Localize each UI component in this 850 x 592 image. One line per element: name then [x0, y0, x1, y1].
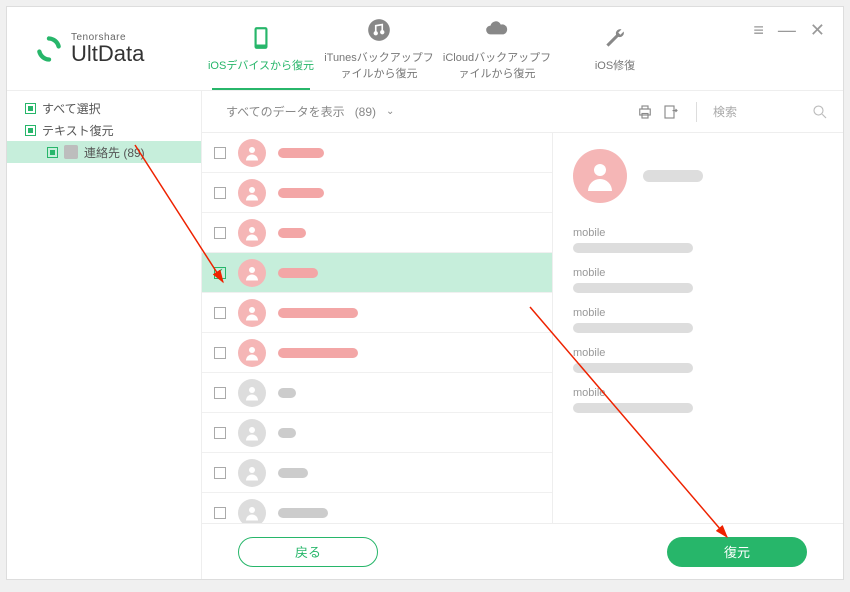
avatar	[573, 149, 627, 203]
field-value	[573, 283, 693, 293]
avatar	[238, 499, 266, 524]
contact-name	[278, 188, 324, 198]
tree-select-all[interactable]: すべて選択	[7, 97, 201, 119]
checkbox-icon[interactable]	[25, 103, 36, 114]
field-value	[573, 243, 693, 253]
footer: 戻る 復元	[202, 523, 843, 579]
avatar	[238, 219, 266, 247]
tree-label: テキスト復元	[42, 122, 114, 139]
list-item[interactable]	[202, 253, 552, 293]
tab-label: iCloudバックアップファイルから復元	[442, 49, 552, 81]
close-icon[interactable]: ✕	[810, 21, 825, 39]
filter-label: すべてのデータを表示	[226, 103, 345, 120]
field-label: mobile	[573, 267, 823, 279]
row-checkbox[interactable]	[214, 187, 226, 199]
field-value	[573, 403, 693, 413]
logo-name: UltData	[71, 43, 144, 65]
tab-label: iOS修復	[595, 57, 635, 73]
minimize-icon[interactable]: —	[778, 21, 796, 39]
sidebar: すべて選択 テキスト復元 連絡先 (89)	[7, 91, 202, 579]
list-item[interactable]	[202, 293, 552, 333]
print-icon[interactable]	[636, 103, 654, 121]
cloud-icon	[484, 17, 510, 43]
contact-name	[278, 508, 328, 518]
contact-icon	[64, 145, 78, 159]
list-item[interactable]	[202, 413, 552, 453]
app-logo: Tenorshare UltData	[7, 33, 202, 65]
list-item[interactable]	[202, 213, 552, 253]
list-item[interactable]	[202, 373, 552, 413]
row-checkbox[interactable]	[214, 227, 226, 239]
tree-label: 連絡先 (89)	[84, 144, 145, 161]
tab-ios-repair[interactable]: iOS修復	[556, 7, 674, 90]
tab-ios-device[interactable]: iOSデバイスから復元	[202, 7, 320, 90]
contact-name	[278, 228, 306, 238]
list-item[interactable]	[202, 133, 552, 173]
field-label: mobile	[573, 307, 823, 319]
contact-name	[278, 468, 308, 478]
tab-label: iTunesバックアップファイルから復元	[324, 49, 434, 81]
list-item[interactable]	[202, 333, 552, 373]
contact-name	[278, 308, 358, 318]
window-controls: ≡ — ✕	[753, 21, 825, 39]
list-item[interactable]	[202, 453, 552, 493]
avatar	[238, 179, 266, 207]
contact-name	[278, 148, 324, 158]
tree-text-recovery[interactable]: テキスト復元	[7, 119, 201, 141]
toolbar: すべてのデータを表示 (89) ⌄ 検索	[202, 91, 843, 133]
row-checkbox[interactable]	[214, 507, 226, 519]
row-checkbox[interactable]	[214, 147, 226, 159]
field-label: mobile	[573, 227, 823, 239]
back-button[interactable]: 戻る	[238, 537, 378, 567]
avatar	[238, 419, 266, 447]
music-icon	[366, 17, 392, 43]
list-item[interactable]	[202, 173, 552, 213]
contact-list	[202, 133, 553, 523]
field-value	[573, 323, 693, 333]
field-label: mobile	[573, 347, 823, 359]
list-item[interactable]	[202, 493, 552, 523]
phone-icon	[248, 25, 274, 51]
checkbox-icon[interactable]	[47, 147, 58, 158]
field-label: mobile	[573, 387, 823, 399]
avatar	[238, 139, 266, 167]
contact-name	[278, 348, 358, 358]
chevron-down-icon: ⌄	[386, 106, 394, 117]
avatar	[238, 259, 266, 287]
row-checkbox[interactable]	[214, 307, 226, 319]
contact-name	[643, 170, 703, 182]
menu-icon[interactable]: ≡	[753, 21, 764, 39]
recover-button[interactable]: 復元	[667, 537, 807, 567]
wrench-icon	[602, 25, 628, 51]
contact-name	[278, 268, 318, 278]
row-checkbox[interactable]	[214, 267, 226, 279]
export-icon[interactable]	[662, 103, 680, 121]
search-icon[interactable]	[811, 103, 829, 121]
filter-count: (89)	[355, 105, 376, 119]
row-checkbox[interactable]	[214, 427, 226, 439]
search-input[interactable]: 検索	[713, 103, 803, 120]
contact-detail: mobile mobile mobile mobile mobile	[553, 133, 843, 523]
row-checkbox[interactable]	[214, 467, 226, 479]
main-tabs: iOSデバイスから復元 iTunesバックアップファイルから復元 iCloudバ…	[202, 7, 674, 90]
tree-label: すべて選択	[42, 100, 101, 117]
contact-name	[278, 388, 296, 398]
avatar	[238, 459, 266, 487]
filter-dropdown[interactable]: すべてのデータを表示 (89) ⌄	[226, 103, 394, 120]
row-checkbox[interactable]	[214, 387, 226, 399]
row-checkbox[interactable]	[214, 347, 226, 359]
tab-itunes-backup[interactable]: iTunesバックアップファイルから復元	[320, 7, 438, 90]
tree-contacts[interactable]: 連絡先 (89)	[7, 141, 201, 163]
avatar	[238, 299, 266, 327]
avatar	[238, 379, 266, 407]
contact-name	[278, 428, 296, 438]
logo-icon	[35, 35, 63, 63]
header: Tenorshare UltData iOSデバイスから復元 iTunesバック…	[7, 7, 843, 91]
avatar	[238, 339, 266, 367]
checkbox-icon[interactable]	[25, 125, 36, 136]
tab-icloud-backup[interactable]: iCloudバックアップファイルから復元	[438, 7, 556, 90]
tab-label: iOSデバイスから復元	[208, 57, 314, 73]
field-value	[573, 363, 693, 373]
